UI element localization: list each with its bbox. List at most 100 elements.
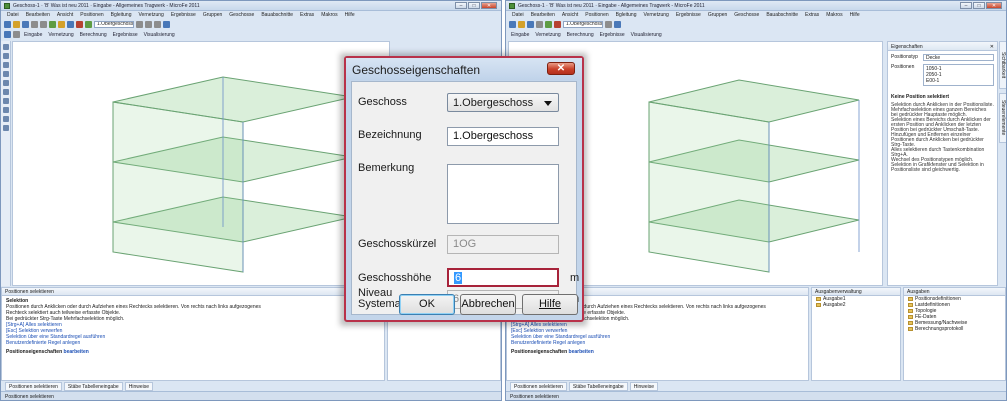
menu-makros[interactable]: Makros	[826, 12, 842, 20]
tool-load-icon[interactable]	[3, 107, 9, 113]
cancel-button[interactable]: Abbrechen	[460, 294, 516, 315]
undo-icon[interactable]	[31, 21, 38, 28]
custom-rule-link[interactable]: Benutzerdefinierte Regel anlegen	[6, 340, 380, 346]
menu-vernetzung[interactable]: Vernetzung	[139, 12, 164, 20]
tab-visualisierung[interactable]: Visualisierung	[142, 32, 177, 38]
grid-icon[interactable]	[614, 21, 621, 28]
tab-positionen-selektieren[interactable]: Positionen selektieren	[510, 382, 567, 391]
tab-steuerelemente[interactable]: Steuerelemente	[999, 93, 1006, 143]
model-viewport[interactable]	[12, 41, 390, 286]
new-file-icon[interactable]	[4, 21, 11, 28]
geschoss-dropdown[interactable]: 1.Obergeschoss	[447, 93, 559, 112]
menu-bgleitung[interactable]: Bgleitung	[616, 12, 637, 20]
close-panel-icon[interactable]: ✕	[990, 44, 994, 50]
delete-icon[interactable]	[76, 21, 83, 28]
menu-positionen[interactable]: Positionen	[80, 12, 103, 20]
tool-support-icon[interactable]	[3, 98, 9, 104]
bemerkung-textarea[interactable]	[447, 164, 559, 224]
menu-bauabschnitte[interactable]: Bauabschnitte	[261, 12, 293, 20]
minimize-button[interactable]: –	[455, 2, 467, 9]
menu-ergebnisse[interactable]: Ergebnisse	[676, 12, 701, 20]
menu-datei[interactable]: Datei	[7, 12, 19, 20]
tab-vernetzung[interactable]: Vernetzung	[533, 32, 562, 38]
close-window-button[interactable]: ✕	[481, 2, 497, 9]
floor-selector[interactable]: 1.Obergeschoss	[94, 21, 134, 28]
floor-selector[interactable]: 1.Obergeschoss	[563, 21, 603, 28]
edit-props-link[interactable]: bearbeiten	[64, 349, 89, 355]
undo-icon[interactable]	[536, 21, 543, 28]
tab-sichtbarkeit[interactable]: Sichtbarkeit	[999, 41, 1006, 89]
line-tool-icon[interactable]	[605, 21, 612, 28]
menu-datei[interactable]: Datei	[512, 12, 524, 20]
tab-berechnung[interactable]: Berechnung	[78, 32, 109, 38]
minimize-button[interactable]: –	[960, 2, 972, 9]
menu-bauabschnitte[interactable]: Bauabschnitte	[766, 12, 798, 20]
menu-geschosse[interactable]: Geschosse	[734, 12, 759, 20]
tool-column-icon[interactable]	[3, 89, 9, 95]
zoom-icon[interactable]	[58, 21, 65, 28]
add-position-icon[interactable]	[545, 21, 552, 28]
menu-gruppen[interactable]: Gruppen	[203, 12, 222, 20]
tree-item[interactable]: Berechnungsprotokoll	[904, 326, 1005, 332]
edit-props-link[interactable]: bearbeiten	[569, 349, 594, 355]
help-button[interactable]: Hilfe	[522, 294, 578, 315]
menu-ansicht[interactable]: Ansicht	[562, 12, 578, 20]
polyline-tool-icon[interactable]	[145, 21, 152, 28]
tab-ergebnisse[interactable]: Ergebnisse	[111, 32, 140, 38]
tab-eingabe[interactable]: Eingabe	[22, 32, 44, 38]
hoehe-input[interactable]: 6	[447, 268, 559, 287]
menu-ergebnisse[interactable]: Ergebnisse	[171, 12, 196, 20]
dialog-title-bar[interactable]: Geschosseigenschaften ✕	[346, 58, 582, 80]
ok-button[interactable]: OK	[399, 294, 455, 315]
save-icon[interactable]	[22, 21, 29, 28]
tab-positionen-selektieren[interactable]: Positionen selektieren	[5, 382, 62, 391]
menu-vernetzung[interactable]: Vernetzung	[644, 12, 669, 20]
menu-bearbeiten[interactable]: Bearbeiten	[531, 12, 555, 20]
delete-icon[interactable]	[554, 21, 561, 28]
menu-extras[interactable]: Extras	[300, 12, 314, 20]
output-item[interactable]: Ausgabe2	[812, 302, 900, 308]
menu-geschosse[interactable]: Geschosse	[229, 12, 254, 20]
menu-gruppen[interactable]: Gruppen	[708, 12, 727, 20]
tab-hinweise[interactable]: Hinweise	[124, 382, 154, 391]
line-tool-icon[interactable]	[136, 21, 143, 28]
tool-select-icon[interactable]	[3, 44, 9, 50]
dialog-close-button[interactable]: ✕	[547, 62, 575, 75]
tab-visualisierung[interactable]: Visualisierung	[629, 32, 664, 38]
custom-rule-link[interactable]: Benutzerdefinierte Regel anlegen	[511, 340, 804, 346]
menu-positionen[interactable]: Positionen	[585, 12, 608, 20]
tab-vernetzung[interactable]: Vernetzung	[46, 32, 75, 38]
positions-list[interactable]: 1050-1 2050-1 E00-1	[923, 64, 994, 86]
tool-node-icon[interactable]	[3, 53, 9, 59]
menu-bearbeiten[interactable]: Bearbeiten	[26, 12, 50, 20]
tool-slab-icon[interactable]	[3, 71, 9, 77]
view-3d-icon[interactable]	[85, 21, 92, 28]
tab-berechnung[interactable]: Berechnung	[565, 32, 596, 38]
maximize-button[interactable]: □	[468, 2, 480, 9]
menu-bgleitung[interactable]: Bgleitung	[111, 12, 132, 20]
tab-ergebnisse[interactable]: Ergebnisse	[598, 32, 627, 38]
tool-wall-icon[interactable]	[3, 80, 9, 86]
save-icon[interactable]	[527, 21, 534, 28]
tool-measure-icon[interactable]	[3, 116, 9, 122]
maximize-button[interactable]: □	[973, 2, 985, 9]
redo-icon[interactable]	[40, 21, 47, 28]
add-position-icon[interactable]	[49, 21, 56, 28]
tab-staebe-tabelleneingabe[interactable]: Stäbe Tabelleneingabe	[63, 382, 123, 391]
menu-ansicht[interactable]: Ansicht	[57, 12, 73, 20]
pan-icon[interactable]	[13, 31, 20, 38]
grid-icon[interactable]	[163, 21, 170, 28]
select-icon[interactable]	[67, 21, 74, 28]
view-icon[interactable]	[4, 31, 11, 38]
tab-eingabe[interactable]: Eingabe	[509, 32, 531, 38]
new-file-icon[interactable]	[509, 21, 516, 28]
tab-staebe-tabelleneingabe[interactable]: Stäbe Tabelleneingabe	[568, 382, 628, 391]
open-folder-icon[interactable]	[518, 21, 525, 28]
menu-hilfe[interactable]: Hilfe	[850, 12, 860, 20]
menu-extras[interactable]: Extras	[805, 12, 819, 20]
tool-text-icon[interactable]	[3, 125, 9, 131]
tab-hinweise[interactable]: Hinweise	[629, 382, 659, 391]
bezeichnung-input[interactable]: 1.Obergeschoss	[447, 127, 559, 146]
close-window-button[interactable]: ✕	[986, 2, 1002, 9]
rect-tool-icon[interactable]	[154, 21, 161, 28]
